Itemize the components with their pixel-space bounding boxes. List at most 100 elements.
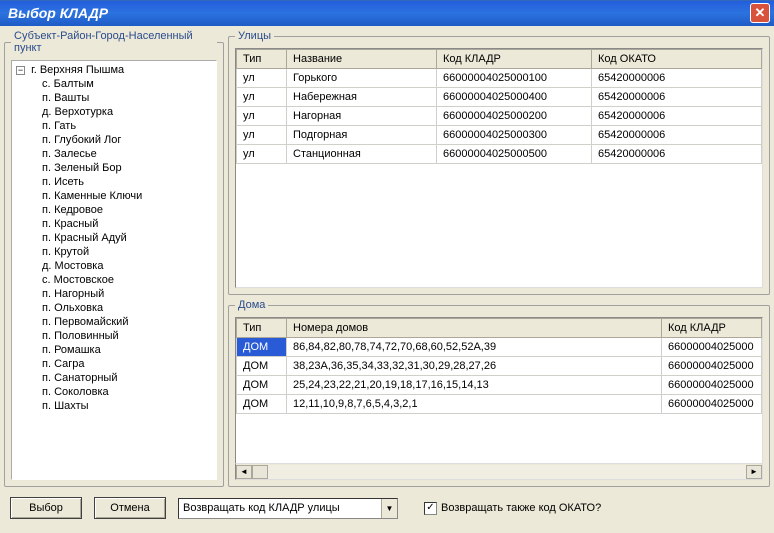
scroll-right-icon[interactable]: ► [746,465,762,479]
houses-col-numbers[interactable]: Номера домов [287,319,662,338]
collapse-icon[interactable]: − [16,66,25,75]
tree-item[interactable]: п. Исеть [42,175,214,189]
table-row[interactable]: ДОМ86,84,82,80,78,74,72,70,68,60,52,52А,… [237,338,762,357]
cell: 65420000006 [592,126,762,145]
select-button[interactable]: Выбор [10,497,82,519]
streets-col-kladr[interactable]: Код КЛАДР [437,50,592,69]
cell: 65420000006 [592,145,762,164]
tree-item[interactable]: д. Верхотурка [42,105,214,119]
tree-item[interactable]: п. Вашты [42,91,214,105]
cell: 66000004025000 [662,395,762,414]
tree-root-label: г. Верхняя Пышма [31,64,124,76]
table-row[interactable]: ДОМ25,24,23,22,21,20,19,18,17,16,15,14,1… [237,376,762,395]
bottom-bar: Выбор Отмена Возвращать код КЛАДР улицы … [0,491,774,525]
cell: 66000004025000100 [437,69,592,88]
okato-checkbox-label: Возвращать также код ОКАТО? [441,502,601,514]
close-button[interactable]: ✕ [750,3,770,23]
table-row[interactable]: ДОМ38,23А,36,35,34,33,32,31,30,29,28,27,… [237,357,762,376]
cell: 65420000006 [592,88,762,107]
streets-group-label: Улицы [235,30,274,42]
tree-item[interactable]: п. Каменные Ключи [42,189,214,203]
return-mode-combo[interactable]: Возвращать код КЛАДР улицы ▼ [178,498,398,519]
cell: ул [237,88,287,107]
tree-item[interactable]: п. Соколовка [42,385,214,399]
cell: 65420000006 [592,69,762,88]
streets-col-type[interactable]: Тип [237,50,287,69]
tree-item[interactable]: п. Нагорный [42,287,214,301]
tree-item[interactable]: п. Шахты [42,399,214,413]
cell: 66000004025000 [662,357,762,376]
tree-item[interactable]: с. Балтым [42,77,214,91]
tree-item[interactable]: п. Крутой [42,245,214,259]
cell: ДОМ [237,395,287,414]
tree-item[interactable]: п. Залесье [42,147,214,161]
cell: ДОМ [237,338,287,357]
table-row[interactable]: ДОМ12,11,10,9,8,7,6,5,4,3,2,166000004025… [237,395,762,414]
houses-col-type[interactable]: Тип [237,319,287,338]
cell: 86,84,82,80,78,74,72,70,68,60,52,52А,39 [287,338,662,357]
streets-group: Улицы Тип Название Код КЛАДР Код ОКАТО у… [228,30,770,295]
cell: 66000004025000 [662,376,762,395]
cell: Станционная [287,145,437,164]
cancel-button[interactable]: Отмена [94,497,166,519]
cell: ул [237,69,287,88]
tree-group: Субъект-Район-Город-Населенный пункт − г… [4,30,224,487]
tree-item[interactable]: п. Красный Адуй [42,231,214,245]
scroll-track[interactable] [268,465,746,479]
cell: 66000004025000 [662,338,762,357]
tree-item[interactable]: п. Ольховка [42,301,214,315]
chevron-down-icon[interactable]: ▼ [381,499,397,518]
table-row[interactable]: улСтанционная660000040250005006542000000… [237,145,762,164]
table-row[interactable]: улПодгорная6600000402500030065420000006 [237,126,762,145]
cell: ул [237,107,287,126]
scroll-thumb[interactable] [252,465,268,479]
tree-item[interactable]: с. Мостовское [42,273,214,287]
houses-group-label: Дома [235,299,268,311]
tree-item[interactable]: д. Мостовка [42,259,214,273]
tree-item[interactable]: п. Зеленый Бор [42,161,214,175]
tree-item[interactable]: п. Первомайский [42,315,214,329]
okato-checkbox-wrap[interactable]: ✓ Возвращать также код ОКАТО? [424,502,601,515]
tree-item[interactable]: п. Гать [42,119,214,133]
houses-group: Дома Тип Номера домов Код КЛАДР ДОМ86,84… [228,299,770,487]
cell: ул [237,145,287,164]
okato-checkbox[interactable]: ✓ [424,502,437,515]
cell: ул [237,126,287,145]
cell: Набережная [287,88,437,107]
table-row[interactable]: улГорького6600000402500010065420000006 [237,69,762,88]
tree-item[interactable]: п. Санаторный [42,371,214,385]
table-row[interactable]: улНагорная6600000402500020065420000006 [237,107,762,126]
cell: 38,23А,36,35,34,33,32,31,30,29,28,27,26 [287,357,662,376]
streets-grid[interactable]: Тип Название Код КЛАДР Код ОКАТО улГорьк… [235,48,763,288]
tree-item[interactable]: п. Ромашка [42,343,214,357]
tree-item[interactable]: п. Глубокий Лог [42,133,214,147]
cell: ДОМ [237,357,287,376]
cell: 66000004025000300 [437,126,592,145]
cell: 65420000006 [592,107,762,126]
window-title: Выбор КЛАДР [8,5,750,21]
title-bar: Выбор КЛАДР ✕ [0,0,774,26]
streets-col-okato[interactable]: Код ОКАТО [592,50,762,69]
cell: Подгорная [287,126,437,145]
tree-item[interactable]: п. Половинный [42,329,214,343]
close-icon: ✕ [755,5,766,21]
table-row[interactable]: улНабережная6600000402500040065420000006 [237,88,762,107]
location-tree[interactable]: − г. Верхняя Пышма с. Балтымп. Ваштыд. В… [11,60,217,480]
tree-item[interactable]: п. Красный [42,217,214,231]
houses-col-kladr[interactable]: Код КЛАДР [662,319,762,338]
tree-group-label: Субъект-Район-Город-Населенный пункт [11,30,217,54]
cell: ДОМ [237,376,287,395]
scroll-left-icon[interactable]: ◄ [236,465,252,479]
cell: Нагорная [287,107,437,126]
tree-item[interactable]: п. Сагра [42,357,214,371]
houses-hscrollbar[interactable]: ◄ ► [235,464,763,480]
cell: 25,24,23,22,21,20,19,18,17,16,15,14,13 [287,376,662,395]
streets-col-name[interactable]: Название [287,50,437,69]
houses-grid[interactable]: Тип Номера домов Код КЛАДР ДОМ86,84,82,8… [235,317,763,464]
combo-value: Возвращать код КЛАДР улицы [179,502,381,514]
cell: 12,11,10,9,8,7,6,5,4,3,2,1 [287,395,662,414]
cell: 66000004025000200 [437,107,592,126]
tree-root-item[interactable]: − г. Верхняя Пышма [16,63,214,77]
cell: 66000004025000500 [437,145,592,164]
tree-item[interactable]: п. Кедровое [42,203,214,217]
